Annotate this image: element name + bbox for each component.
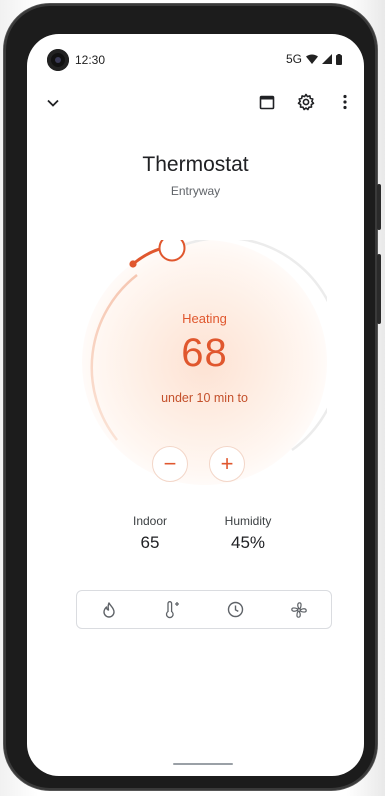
chevron-down-icon	[47, 99, 59, 107]
increase-temp-button[interactable]: +	[209, 446, 245, 482]
app-screen: 12:30 5G Thermostat Entryway Heating 68 …	[27, 34, 364, 776]
phone-volume-button	[377, 254, 381, 324]
battery-icon	[336, 53, 342, 65]
dial-status-text: under 10 min to	[161, 391, 248, 405]
home-indicator[interactable]	[173, 763, 233, 765]
humidity-label: Humidity	[224, 514, 272, 528]
schedule-button[interactable]	[255, 90, 279, 114]
mode-fan-button[interactable]	[284, 595, 314, 625]
mode-eco-button[interactable]	[157, 595, 187, 625]
calendar-icon	[259, 95, 275, 110]
dial-current-dot	[129, 260, 137, 268]
page-title: Thermostat	[142, 153, 249, 176]
more-options-button[interactable]	[333, 90, 357, 114]
settings-icon	[297, 93, 315, 111]
flame-icon	[103, 601, 115, 618]
humidity-reading: Humidity 45%	[193, 514, 303, 553]
more-vert-icon	[343, 94, 347, 110]
dial-setpoint-handle[interactable]	[158, 240, 186, 262]
device-stage: 12:30 5G Thermostat Entryway Heating 68 …	[0, 0, 385, 796]
clock-icon	[228, 601, 244, 618]
decrease-temp-button[interactable]: −	[152, 446, 188, 482]
indoor-label: Indoor	[132, 514, 168, 528]
phone-side-button	[377, 184, 381, 230]
back-chevron-button[interactable]	[41, 91, 65, 115]
room-name: Entryway	[170, 184, 221, 198]
signal-icon	[322, 54, 332, 64]
mode-bar	[76, 590, 332, 629]
status-time: 12:30	[75, 53, 106, 67]
mode-heat-button[interactable]	[94, 595, 124, 625]
indoor-reading: Indoor 65	[95, 514, 205, 553]
humidity-value: 45%	[230, 533, 266, 552]
front-camera	[47, 49, 69, 71]
fan-icon	[291, 601, 308, 618]
status-icons: 5G	[286, 52, 342, 66]
dial-mode-label: Heating	[182, 311, 227, 326]
wifi-icon	[306, 54, 318, 64]
settings-button[interactable]	[294, 90, 318, 114]
thermostat-dial[interactable]: Heating 68 under 10 min to	[82, 240, 327, 485]
dial-setpoint: 68	[181, 331, 228, 375]
indoor-value: 65	[140, 533, 160, 552]
mode-schedule-button[interactable]	[221, 595, 251, 625]
network-label: 5G	[285, 52, 302, 66]
thermometer-plus-icon	[166, 600, 180, 618]
